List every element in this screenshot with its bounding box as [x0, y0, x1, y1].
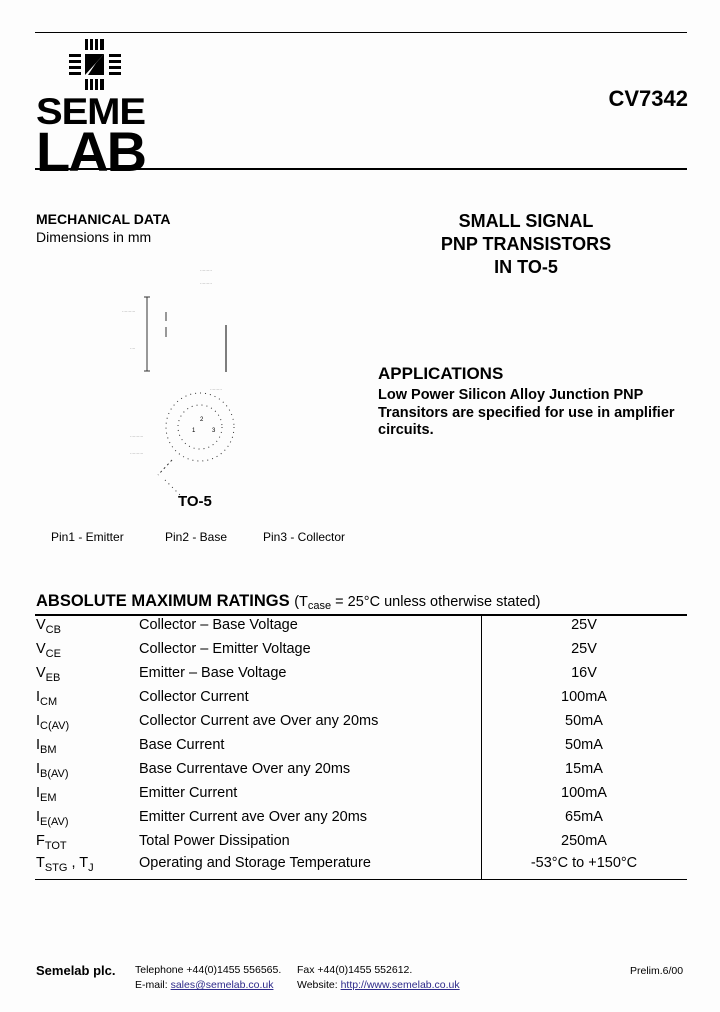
product-line: IN TO-5 [494, 257, 558, 277]
svg-text:·········: ········· [210, 387, 222, 392]
svg-text:1: 1 [192, 428, 196, 434]
rating-symbol: IBM [36, 737, 57, 756]
pin-label: Pin1 - Emitter [51, 530, 124, 544]
rating-value: 50mA [565, 737, 603, 753]
rating-description: Emitter Current [139, 785, 238, 801]
part-number: CV7342 [608, 86, 688, 111]
rating-value: 100mA [561, 689, 607, 705]
table-row: IB(AV) Base Currentave Over any 20ms 15mA [35, 761, 687, 785]
footer-fax: Fax +44(0)1455 552612. [297, 964, 413, 976]
product-line: SMALL SIGNAL [458, 211, 594, 231]
rating-symbol: IB(AV) [36, 761, 69, 780]
rating-symbol: IEM [36, 785, 57, 804]
table-row: IE(AV) Emitter Current ave Over any 20ms 6… [35, 809, 687, 833]
table-bottom-rule [35, 879, 687, 880]
svg-text:··········: ·········· [122, 309, 135, 314]
rating-value: 15mA [565, 761, 603, 777]
table-row: VCE Collector – Emitter Voltage 25V [35, 641, 687, 665]
rating-description: Base Current [139, 737, 225, 753]
applications-body: Low Power Silicon Alloy Junction PNP Tra… [378, 387, 675, 438]
svg-text:··········: ·········· [130, 451, 143, 456]
svg-text:2: 2 [200, 417, 204, 423]
rating-symbol: TSTG , TJ [36, 855, 94, 874]
rating-description: Collector – Base Voltage [139, 617, 298, 633]
footer-telephone: Telephone +44(0)1455 556565. [135, 964, 282, 976]
revision-label: Prelim.6/00 [630, 965, 684, 977]
table-row: ICM Collector Current 100mA [35, 689, 687, 713]
product-line: PNP TRANSISTORS [440, 234, 612, 254]
header-bottom-rule [35, 168, 687, 170]
rating-description: Base Currentave Over any 20ms [139, 761, 351, 777]
table-row: FTOT Total Power Dissipation 250mA [35, 833, 687, 857]
footer-website: Website: http://www.semelab.co.uk [297, 979, 460, 991]
footer-email: E-mail: sales@semelab.co.uk [135, 979, 274, 991]
footer-company: Semelab plc. [36, 963, 116, 978]
rating-description: Emitter Current ave Over any 20ms [139, 809, 368, 825]
logo-text-lab: LAB [36, 120, 147, 183]
rating-value: 65mA [565, 809, 603, 825]
rating-value: 25V [571, 641, 597, 657]
mechanical-data-title: MECHANICAL DATA [36, 211, 171, 227]
svg-text:··········: ·········· [130, 434, 143, 439]
rating-symbol: VCE [36, 641, 61, 660]
rating-description: Total Power Dissipation [139, 833, 290, 849]
ratings-title-text: ABSOLUTE MAXIMUM RATINGS [36, 592, 290, 610]
svg-text:····: ···· [130, 346, 135, 351]
rating-symbol: FTOT [36, 833, 67, 852]
rating-symbol: VEB [36, 665, 61, 684]
rating-symbol: VCB [36, 617, 61, 636]
package-label: TO-5 [178, 493, 212, 510]
rating-value: 50mA [565, 713, 603, 729]
pin-label: Pin3 - Collector [263, 530, 346, 544]
table-row: TSTG , TJ Operating and Storage Temperatu… [35, 855, 687, 879]
rating-value: 25V [571, 617, 597, 633]
table-row: IBM Base Current 50mA [35, 737, 687, 761]
ratings-title: ABSOLUTE MAXIMUM RATINGS (Tcase = 25°C u… [36, 592, 540, 612]
product-description: SMALL SIGNAL PNP TRANSISTORS IN TO-5 [370, 210, 682, 279]
rating-description: Operating and Storage Temperature [139, 855, 371, 871]
rating-description: Collector Current [139, 689, 249, 705]
website-link[interactable]: http://www.semelab.co.uk [341, 979, 460, 991]
rating-description: Collector Current ave Over any 20ms [139, 713, 379, 729]
rating-symbol: ICM [36, 689, 58, 708]
rating-symbol: IC(AV) [36, 713, 70, 732]
table-row: VEB Emitter – Base Voltage 16V [35, 665, 687, 689]
pin-label: Pin2 - Base [165, 530, 228, 544]
logo-emblem-icon [69, 39, 121, 90]
rating-description: Emitter – Base Voltage [139, 665, 287, 681]
svg-text:·········: ········· [200, 268, 212, 273]
rating-value: 16V [571, 665, 597, 681]
table-row: IEM Emitter Current 100mA [35, 785, 687, 809]
svg-text:3: 3 [212, 428, 216, 434]
rating-value: 100mA [561, 785, 607, 801]
rating-symbol: IE(AV) [36, 809, 69, 828]
email-link[interactable]: sales@semelab.co.uk [171, 979, 274, 991]
table-row: IC(AV) Collector Current ave Over any 20m… [35, 713, 687, 737]
rating-description: Collector – Emitter Voltage [139, 641, 311, 657]
rating-value: 250mA [561, 833, 607, 849]
to5-package-drawing: ·················· ·············· ······… [122, 268, 235, 496]
table-top-rule [35, 614, 687, 616]
rating-value: -53°C to +150°C [530, 855, 638, 871]
table-row: VCB Collector – Base Voltage 25V [35, 617, 687, 641]
mechanical-data-subtitle: Dimensions in mm [36, 229, 152, 245]
header-top-rule [35, 32, 687, 33]
applications-title: APPLICATIONS [378, 364, 504, 383]
ratings-condition: (Tcase = 25°C unless otherwise stated) [294, 594, 541, 612]
svg-text:·········: ········· [200, 281, 212, 286]
semelab-logo: SEME LAB [36, 38, 160, 180]
